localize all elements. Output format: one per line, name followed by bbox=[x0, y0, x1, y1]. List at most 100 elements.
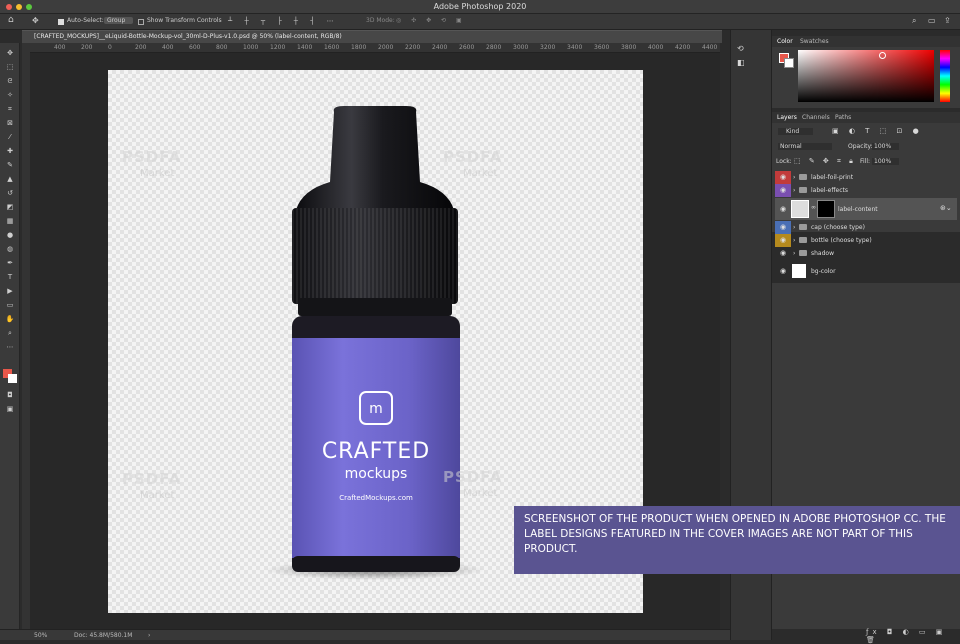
layer-effects-icon[interactable]: ⊛⌄ bbox=[940, 204, 952, 212]
document-tab[interactable]: [CRAFTED_MOCKUPS]__eLiquid-Bottle-Mockup… bbox=[22, 30, 722, 43]
visibility-eye-icon[interactable]: ◉ bbox=[775, 247, 791, 260]
smart-object-thumbnail bbox=[791, 200, 809, 218]
status-bar: 50% Doc: 45.8M/580.1M › bbox=[0, 629, 730, 640]
layer-row[interactable]: ◉ › bottle (choose type) bbox=[775, 234, 957, 247]
auto-select-label: Auto-Select: bbox=[67, 17, 104, 24]
brush-tool-icon[interactable]: ✎ bbox=[5, 161, 15, 169]
show-transform-checkbox[interactable] bbox=[138, 19, 144, 25]
layer-row-selected[interactable]: ◉ ∞ label-content ⊛⌄ bbox=[775, 198, 957, 220]
lock-icons[interactable]: ⬚ ✎ ✥ ⌗ 🔒︎ bbox=[794, 157, 856, 166]
document-tab-title: [CRAFTED_MOCKUPS]__eLiquid-Bottle-Mockup… bbox=[34, 33, 342, 40]
visibility-eye-icon[interactable]: ◉ bbox=[775, 234, 791, 247]
blur-tool-icon[interactable]: ● bbox=[5, 231, 15, 239]
options-bar: ⌂ ✥ Auto-Select: Group Show Transform Co… bbox=[0, 14, 960, 30]
ruler-tick-label: 1400 bbox=[297, 44, 313, 51]
layer-name: bottle (choose type) bbox=[811, 237, 872, 244]
layer-row[interactable]: ◉ › cap (choose type) bbox=[775, 221, 957, 234]
search-icon[interactable]: ⌕ bbox=[912, 16, 916, 26]
folder-icon bbox=[799, 237, 807, 243]
layer-row[interactable]: ◉ bg-color bbox=[775, 261, 957, 281]
eraser-tool-icon[interactable]: ◩ bbox=[5, 203, 15, 211]
watermark-sub: Market bbox=[463, 488, 498, 499]
ruler-tick-label: 3800 bbox=[621, 44, 637, 51]
rectangle-tool-icon[interactable]: ▭ bbox=[5, 301, 15, 309]
zoom-level[interactable]: 50% bbox=[34, 632, 47, 639]
ruler-tick-label: 2600 bbox=[459, 44, 475, 51]
ruler-tick-label: 4400 bbox=[702, 44, 718, 51]
ruler-tick-label: 1200 bbox=[270, 44, 286, 51]
layer-row[interactable]: ◉ › label-foil-print bbox=[775, 171, 957, 184]
visibility-eye-icon[interactable]: ◉ bbox=[775, 261, 791, 281]
quick-mask-icon[interactable]: ◘ bbox=[5, 391, 15, 399]
dodge-tool-icon[interactable]: ◍ bbox=[5, 245, 15, 253]
history-panel-icon[interactable]: ⟲ bbox=[737, 44, 744, 53]
share-icon[interactable]: ⇪ bbox=[944, 16, 951, 25]
tab-swatches[interactable]: Swatches bbox=[800, 38, 829, 45]
layer-row[interactable]: ◉ › shadow bbox=[775, 247, 957, 260]
workspace-icon[interactable]: ▭ bbox=[928, 16, 936, 25]
magic-wand-tool-icon[interactable]: ✧ bbox=[5, 91, 15, 99]
doc-info[interactable]: Doc: 45.8M/580.1M bbox=[74, 632, 132, 639]
lock-label: Lock: bbox=[776, 158, 792, 165]
ruler-tick-label: 3200 bbox=[540, 44, 556, 51]
3d-tools-icons[interactable]: ◎ ✣ ✥ ⟲ ▣ bbox=[396, 17, 466, 24]
visibility-eye-icon[interactable]: ◉ bbox=[775, 221, 791, 234]
frame-tool-icon[interactable]: ⊠ bbox=[5, 119, 15, 127]
hue-slider[interactable] bbox=[940, 50, 950, 102]
opacity-field[interactable]: 100% bbox=[872, 143, 900, 150]
healing-tool-icon[interactable]: ✚ bbox=[5, 147, 15, 155]
hand-tool-icon[interactable]: ✋ bbox=[5, 315, 15, 323]
type-tool-icon[interactable]: T bbox=[5, 273, 15, 281]
lasso-tool-icon[interactable]: ᘓ bbox=[5, 77, 15, 85]
fill-field[interactable]: 100% bbox=[872, 158, 900, 165]
auto-select-dropdown[interactable]: Group bbox=[104, 17, 134, 24]
folder-icon bbox=[799, 174, 807, 180]
tab-layers[interactable]: Layers bbox=[777, 114, 797, 121]
blend-mode-dropdown[interactable]: Normal bbox=[778, 143, 832, 150]
color-picker-marker[interactable] bbox=[879, 52, 886, 59]
tab-channels[interactable]: Channels bbox=[802, 114, 830, 121]
pen-tool-icon[interactable]: ✒ bbox=[5, 259, 15, 267]
ruler-tick-label: 4000 bbox=[648, 44, 664, 51]
layers-empty-area bbox=[772, 283, 960, 629]
visibility-eye-icon[interactable]: ◉ bbox=[775, 198, 791, 220]
tab-paths[interactable]: Paths bbox=[835, 114, 851, 121]
filter-icons[interactable]: ▣ ◐ T ⬚ ⊡ ● bbox=[832, 127, 923, 135]
zoom-tool-icon[interactable]: ⌕ bbox=[5, 329, 15, 337]
move-tool-icon[interactable]: ✥ bbox=[32, 16, 39, 25]
marquee-tool-icon[interactable]: ⬚ bbox=[5, 63, 15, 71]
ruler-tick-label: 4200 bbox=[675, 44, 691, 51]
crop-tool-icon[interactable]: ⌗ bbox=[5, 105, 15, 113]
layers-footer-icons[interactable]: ƒx ◘ ◐ ▭ ▣ 🗑︎ bbox=[866, 628, 960, 644]
background-color-swatch[interactable] bbox=[8, 374, 17, 383]
home-icon[interactable]: ⌂ bbox=[8, 15, 14, 25]
filter-kind-dropdown[interactable]: Kind bbox=[778, 128, 814, 135]
screen-mode-icon[interactable]: ▣ bbox=[5, 405, 15, 413]
caption-text: SCREENSHOT OF THE PRODUCT WHEN OPENED IN… bbox=[524, 513, 946, 555]
eyedropper-tool-icon[interactable]: ⁄ bbox=[5, 133, 15, 141]
path-selection-tool-icon[interactable]: ▶ bbox=[5, 287, 15, 295]
properties-panel-icon[interactable]: ◧ bbox=[737, 58, 745, 67]
link-icon: ∞ bbox=[811, 204, 816, 211]
layer-mask-thumbnail bbox=[817, 200, 835, 218]
tab-color[interactable]: Color bbox=[777, 38, 793, 45]
color-picker-field[interactable] bbox=[798, 50, 934, 102]
watermark: PSDFA bbox=[122, 148, 182, 166]
move-tool-icon[interactable]: ✥ bbox=[5, 49, 15, 57]
horizontal-ruler: 400 200 0 200 400 600 800 1000 1200 1400 1600 1800 2… bbox=[30, 43, 720, 53]
layer-row[interactable]: ◉ › label-effects bbox=[775, 184, 957, 197]
layer-name: label-effects bbox=[811, 187, 848, 194]
visibility-eye-icon[interactable]: ◉ bbox=[775, 184, 791, 197]
history-brush-tool-icon[interactable]: ↺ bbox=[5, 189, 15, 197]
app-title: Adobe Photoshop 2020 bbox=[433, 2, 527, 11]
ruler-tick-label: 600 bbox=[189, 44, 201, 51]
more-tools-icon[interactable]: ⋯ bbox=[5, 343, 15, 351]
background-color-swatch[interactable] bbox=[784, 58, 794, 68]
gradient-tool-icon[interactable]: ▦ bbox=[5, 217, 15, 225]
visibility-eye-icon[interactable]: ◉ bbox=[775, 171, 791, 184]
align-icons[interactable]: ┴ ┼ ┬ ├ ┼ ┤ ⋯ bbox=[228, 17, 339, 25]
caption-banner: SCREENSHOT OF THE PRODUCT WHEN OPENED IN… bbox=[514, 506, 960, 574]
stamp-tool-icon[interactable]: ▲ bbox=[5, 175, 15, 183]
status-arrow-icon[interactable]: › bbox=[148, 632, 150, 639]
auto-select-checkbox[interactable] bbox=[58, 19, 64, 25]
